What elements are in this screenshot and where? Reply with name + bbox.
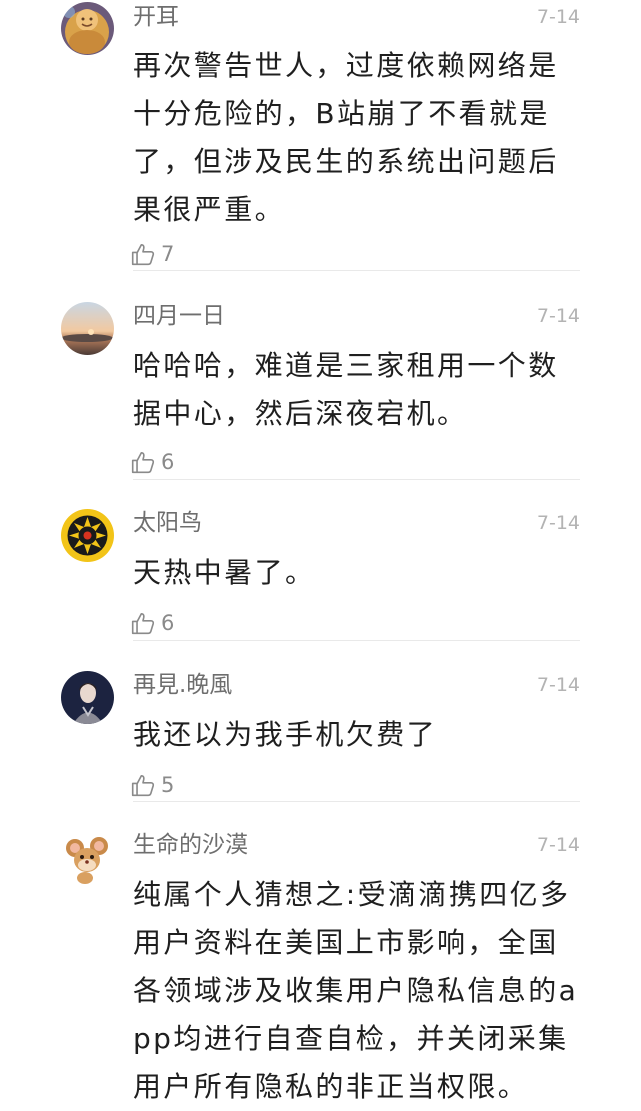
comment-username[interactable]: 再見.晚風 (133, 670, 232, 700)
comment-date: 7-14 (536, 674, 580, 696)
thumbs-up-icon (131, 243, 155, 266)
like-button[interactable]: 6 (130, 608, 174, 638)
cartoon-mouse-avatar-icon[interactable] (61, 832, 114, 885)
sunset-avatar-icon[interactable] (61, 302, 114, 355)
comment-date: 7-14 (536, 305, 580, 327)
comment-username[interactable]: 太阳鸟 (133, 508, 202, 538)
like-count: 5 (161, 773, 175, 797)
like-count: 6 (161, 611, 175, 635)
like-button[interactable]: 5 (130, 770, 174, 800)
thumbs-up-icon (131, 612, 155, 635)
comment-date: 7-14 (536, 512, 580, 534)
comment-text: 哈哈哈，难道是三家租用一个数据中心，然后深夜宕机。 (133, 349, 559, 430)
thumbs-up-icon (131, 451, 155, 474)
buddha-avatar-icon[interactable] (61, 2, 114, 55)
divider (133, 270, 580, 271)
like-button[interactable]: 6 (130, 447, 174, 477)
thumbs-up-icon (131, 774, 155, 797)
comment-text: 天热中暑了。 (133, 556, 316, 589)
like-count: 7 (161, 242, 175, 266)
comment-username[interactable]: 开耳 (133, 2, 179, 32)
portrait-avatar-icon[interactable] (61, 671, 114, 724)
comment-text: 纯属个人猜想之:受滴滴携四亿多用户资料在美国上市影响，全国各领域涉及收集用户隐私… (133, 878, 579, 1103)
divider (133, 479, 580, 480)
comment-text: 我还以为我手机欠费了 (133, 718, 438, 751)
sunbird-avatar-icon[interactable] (61, 509, 114, 562)
comment-date: 7-14 (536, 6, 580, 28)
divider (133, 640, 580, 641)
comment-username[interactable]: 生命的沙漠 (133, 830, 248, 860)
like-button[interactable]: 7 (130, 239, 174, 269)
comment-username[interactable]: 四月一日 (133, 301, 225, 331)
divider (133, 801, 580, 802)
like-count: 6 (161, 450, 175, 474)
comment-date: 7-14 (536, 834, 580, 856)
comment-text: 再次警告世人，过度依赖网络是十分危险的，B站崩了不看就是了，但涉及民生的系统出问… (133, 49, 559, 226)
